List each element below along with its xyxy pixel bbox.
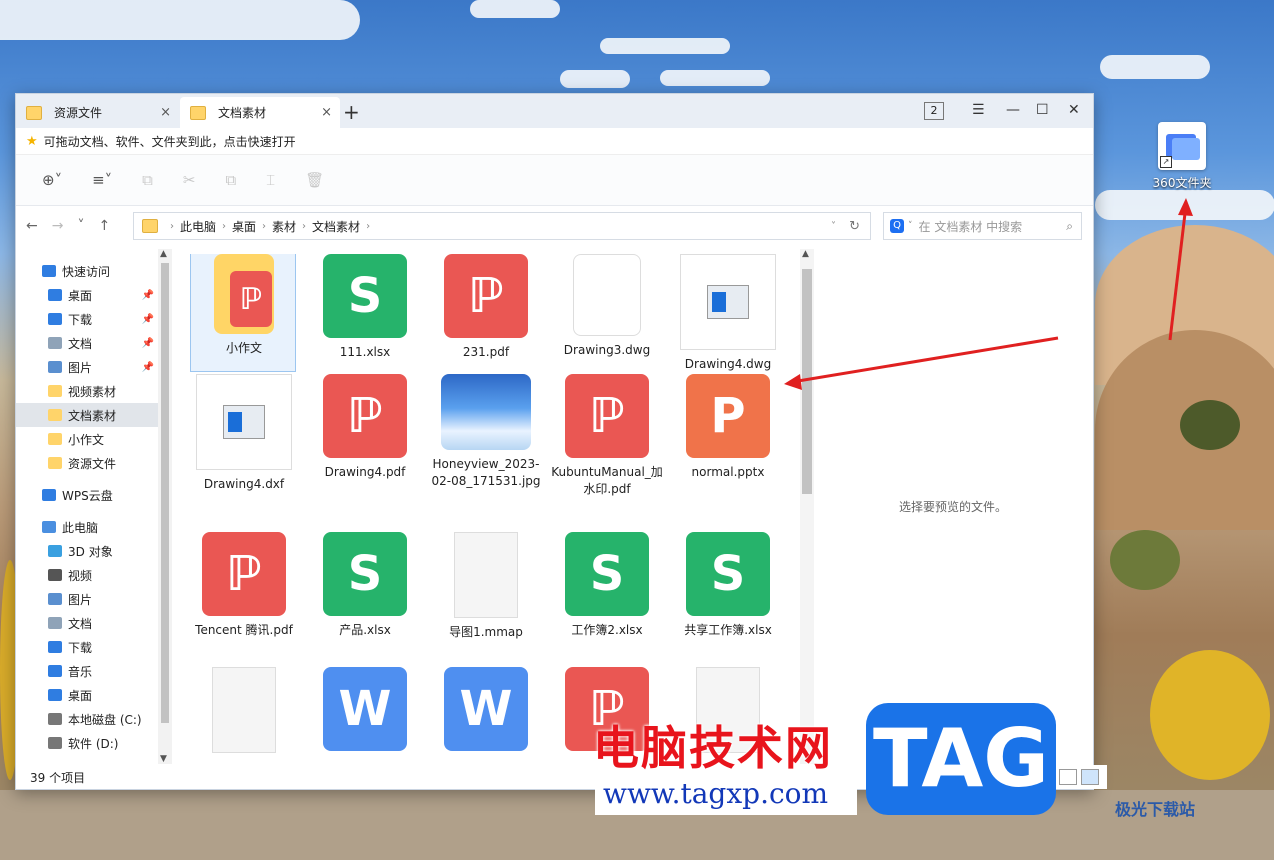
watermark-tag-logo: TAG	[866, 703, 1056, 815]
watermark-url: www.tagxp.com	[595, 773, 857, 815]
watermark-title: 电脑技术网	[593, 721, 833, 775]
watermark-corner: 极光下载站	[1115, 800, 1196, 819]
